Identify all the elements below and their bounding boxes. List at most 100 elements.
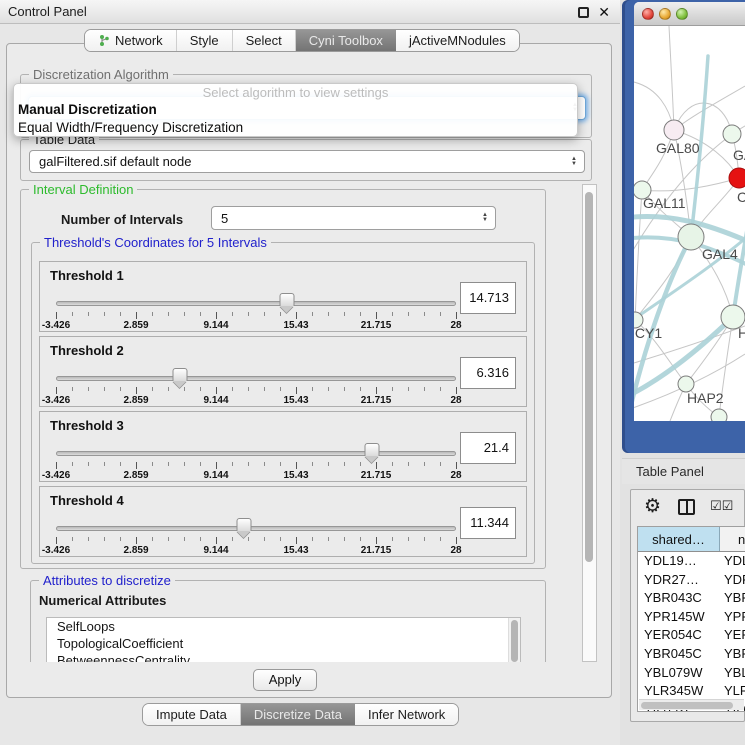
table-row[interactable]: YDR27…YDR2 bbox=[638, 571, 745, 590]
node-label: GA bbox=[733, 147, 745, 163]
tab-label: jActiveMNodules bbox=[409, 33, 506, 48]
popup-hint: Select algorithm to view settings bbox=[14, 84, 577, 101]
threshold-3-slider[interactable]: -3.4262.8599.14415.4321.71528 bbox=[56, 442, 456, 480]
tab-jactivemnodules[interactable]: jActiveMNodules bbox=[396, 30, 519, 51]
threshold-4-label: Threshold 4 bbox=[50, 493, 124, 508]
network-canvas[interactable]: GAL80 GA GAL11 C GAL4 GCY1 H HAP2 bbox=[634, 26, 745, 421]
scrollbar-thumb[interactable] bbox=[585, 192, 593, 562]
slider-ticks bbox=[56, 537, 456, 545]
control-panel-tabbar: Network Style Select Cyni Toolbox jActiv… bbox=[84, 29, 520, 52]
cell: YBL079W bbox=[638, 664, 720, 683]
tab-select[interactable]: Select bbox=[233, 30, 296, 51]
tab-label: Infer Network bbox=[368, 707, 445, 722]
zoom-traffic-light-icon[interactable] bbox=[676, 8, 688, 20]
cell: YER054C bbox=[638, 626, 720, 645]
scrollbar-thumb[interactable] bbox=[641, 702, 733, 709]
network-node[interactable] bbox=[678, 224, 704, 250]
slider-track[interactable] bbox=[56, 301, 456, 306]
columns-icon[interactable] bbox=[678, 499, 695, 515]
table-row[interactable]: YBR043CYBR0 bbox=[638, 589, 745, 608]
network-node[interactable] bbox=[664, 120, 684, 140]
table-panel-card: ⚙ ☑☑ shared… na YDL19…YDL1 YDR27…YDR2 YB… bbox=[630, 489, 745, 722]
table-row[interactable]: YDL19…YDL1 bbox=[638, 552, 745, 571]
threshold-1-value-field[interactable]: 14.713 bbox=[460, 282, 516, 314]
attributes-group: Attributes to discretize Numerical Attri… bbox=[30, 580, 546, 662]
popup-option-equal-width-frequency[interactable]: Equal Width/Frequency Discretization bbox=[14, 119, 577, 137]
threshold-4-value-field[interactable]: 11.344 bbox=[460, 507, 516, 539]
cell: YDR27… bbox=[638, 571, 720, 590]
table-row[interactable]: YBL079WYBL0 bbox=[638, 664, 745, 683]
table-horizontal-scrollbar[interactable] bbox=[639, 699, 744, 710]
network-node[interactable] bbox=[711, 409, 727, 421]
apply-button[interactable]: Apply bbox=[253, 669, 317, 691]
slider-thumb[interactable] bbox=[279, 293, 294, 306]
cell: YBR0 bbox=[720, 589, 745, 608]
table-row[interactable]: YLR345WYLR3 bbox=[638, 682, 745, 701]
list-scrollbar[interactable] bbox=[508, 618, 520, 662]
table-panel-titlebar: Table Panel bbox=[622, 458, 745, 484]
threshold-4-slider[interactable]: -3.4262.8599.14415.4321.71528 bbox=[56, 517, 456, 555]
settings-scrollbar[interactable] bbox=[582, 184, 597, 662]
float-window-icon[interactable] bbox=[578, 7, 589, 18]
settings-scroll-viewport: Interval Definition Number of Intervals … bbox=[14, 184, 578, 662]
close-traffic-light-icon[interactable] bbox=[642, 8, 654, 20]
threshold-3-value-field[interactable]: 21.4 bbox=[460, 432, 516, 464]
numerical-attributes-list[interactable]: SelfLoops TopologicalCoefficient Between… bbox=[46, 617, 521, 662]
control-panel-window: Control Panel ✕ Network Style Select Cyn… bbox=[0, 0, 620, 745]
network-node[interactable] bbox=[723, 125, 741, 143]
table-row[interactable]: YER054CYER0 bbox=[638, 626, 745, 645]
tab-discretize-data[interactable]: Discretize Data bbox=[241, 704, 355, 725]
tab-cyni-toolbox[interactable]: Cyni Toolbox bbox=[296, 30, 396, 51]
list-item-betweennesscentrality[interactable]: BetweennessCentrality bbox=[47, 652, 520, 662]
slider-thumb[interactable] bbox=[236, 518, 251, 531]
cell: YDR2 bbox=[720, 571, 745, 590]
table-row[interactable]: YPR145WYPR1 bbox=[638, 608, 745, 627]
threshold-2-label: Threshold 2 bbox=[50, 343, 124, 358]
gear-icon[interactable]: ⚙ bbox=[644, 496, 661, 518]
list-item-selfloops[interactable]: SelfLoops bbox=[47, 618, 520, 635]
cell: YBR043C bbox=[638, 589, 720, 608]
slider-tick-labels: -3.4262.8599.14415.4321.71528 bbox=[56, 470, 456, 482]
table-data-combobox-value: galFiltered.sif default node bbox=[30, 154, 568, 169]
network-window-titlebar[interactable] bbox=[634, 2, 745, 26]
slider-track[interactable] bbox=[56, 451, 456, 456]
close-icon[interactable]: ✕ bbox=[598, 3, 610, 21]
number-of-intervals-label: Number of Intervals bbox=[61, 212, 183, 227]
tab-infer-network[interactable]: Infer Network bbox=[355, 704, 458, 725]
number-of-intervals-combobox[interactable]: 5 ▲▼ bbox=[211, 206, 496, 230]
threshold-2-value-field[interactable]: 6.316 bbox=[460, 357, 516, 389]
column-header-shared[interactable]: shared… bbox=[638, 527, 720, 551]
interval-definition-group: Interval Definition Number of Intervals … bbox=[20, 189, 546, 569]
list-item-topologicalcoefficient[interactable]: TopologicalCoefficient bbox=[47, 635, 520, 652]
tab-label: Impute Data bbox=[156, 707, 227, 722]
slider-track[interactable] bbox=[56, 376, 456, 381]
slider-thumb[interactable] bbox=[364, 443, 379, 456]
node-attribute-table[interactable]: shared… na YDL19…YDL1 YDR27…YDR2 YBR043C… bbox=[637, 526, 745, 712]
network-view-window: GAL80 GA GAL11 C GAL4 GCY1 H HAP2 bbox=[634, 2, 745, 421]
cyni-bottom-tabbar: Impute Data Discretize Data Infer Networ… bbox=[142, 703, 459, 726]
popup-option-manual-discretization[interactable]: Manual Discretization bbox=[14, 101, 577, 119]
network-node-selected[interactable] bbox=[729, 168, 745, 188]
scrollbar-thumb[interactable] bbox=[511, 620, 518, 662]
table-data-combobox[interactable]: galFiltered.sif default node ▲▼ bbox=[29, 150, 585, 173]
tab-label: Select bbox=[246, 33, 282, 48]
node-label: GAL4 bbox=[702, 246, 738, 262]
table-row[interactable]: YBR045CYBR0 bbox=[638, 645, 745, 664]
slider-thumb[interactable] bbox=[172, 368, 187, 381]
node-label: GAL80 bbox=[656, 140, 700, 156]
discretization-algorithm-title: Discretization Algorithm bbox=[29, 67, 173, 82]
minimize-traffic-light-icon[interactable] bbox=[659, 8, 671, 20]
threshold-1-slider[interactable]: -3.4262.8599.14415.4321.71528 bbox=[56, 292, 456, 330]
tab-style[interactable]: Style bbox=[177, 30, 233, 51]
node-label: HAP2 bbox=[687, 390, 724, 406]
column-header-name[interactable]: na bbox=[720, 527, 745, 551]
table-header-row: shared… na bbox=[638, 527, 745, 552]
select-checkboxes-icon[interactable]: ☑☑ bbox=[710, 498, 733, 514]
tab-impute-data[interactable]: Impute Data bbox=[143, 704, 241, 725]
slider-ticks bbox=[56, 462, 456, 470]
screen: Control Panel ✕ Network Style Select Cyn… bbox=[0, 0, 745, 745]
cell: YER0 bbox=[720, 626, 745, 645]
threshold-2-slider[interactable]: -3.4262.8599.14415.4321.71528 bbox=[56, 367, 456, 405]
tab-network[interactable]: Network bbox=[85, 30, 177, 51]
slider-track[interactable] bbox=[56, 526, 456, 531]
